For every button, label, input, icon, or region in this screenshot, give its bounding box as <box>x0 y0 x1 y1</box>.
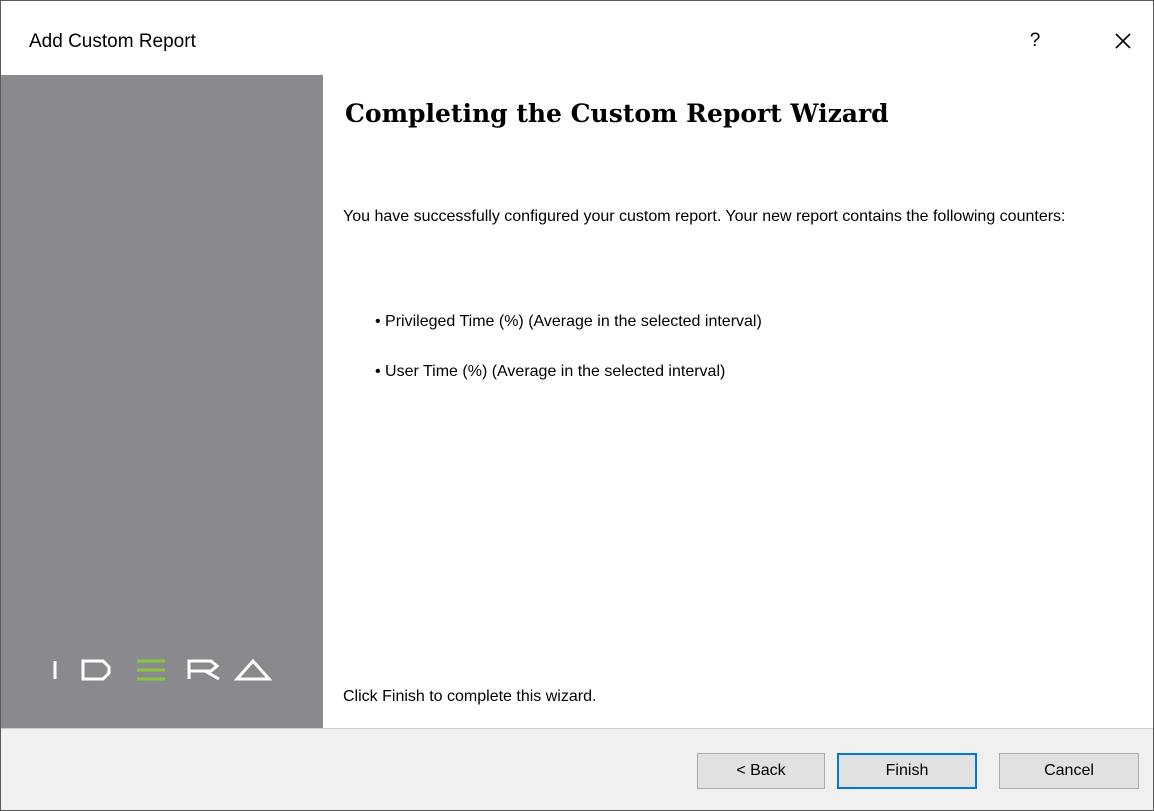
close-button[interactable] <box>1105 23 1141 59</box>
wizard-sidebar <box>1 75 323 728</box>
title-bar: Add Custom Report ? <box>1 1 1153 75</box>
intro-text: You have successfully configured your cu… <box>343 208 1066 225</box>
help-button[interactable]: ? <box>1017 23 1053 59</box>
list-item: • Privileged Time (%) (Average in the se… <box>375 313 762 330</box>
counter-list: • Privileged Time (%) (Average in the se… <box>375 313 762 413</box>
idera-logo <box>53 658 273 681</box>
finish-instructions: Click Finish to complete this wizard. <box>343 688 597 705</box>
help-icon: ? <box>1029 30 1041 51</box>
wizard-content: Completing the Custom Report Wizard You … <box>323 75 1153 728</box>
window-title: Add Custom Report <box>29 31 196 52</box>
back-button[interactable]: < Back <box>697 753 825 789</box>
button-bar: < Back Finish Cancel <box>1 728 1153 810</box>
finish-button[interactable]: Finish <box>837 753 977 789</box>
list-item: • User Time (%) (Average in the selected… <box>375 363 726 380</box>
close-icon <box>1115 33 1131 49</box>
page-title: Completing the Custom Report Wizard <box>345 99 889 128</box>
cancel-button[interactable]: Cancel <box>999 753 1139 789</box>
wizard-dialog: Add Custom Report ? Completing the Custo… <box>0 0 1154 811</box>
